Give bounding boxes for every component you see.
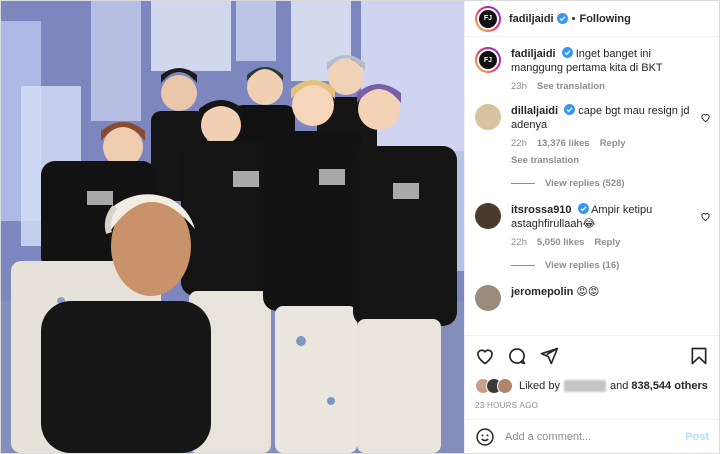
view-replies-button[interactable]: View replies (528) — [511, 178, 707, 189]
verified-badge-icon — [577, 203, 589, 214]
liker-avatars — [475, 378, 513, 394]
view-replies-label: View replies (528) — [545, 178, 625, 189]
replies-divider — [511, 183, 535, 184]
liked-by-conjunction: and — [609, 380, 629, 392]
caption-age: 23h — [511, 81, 527, 92]
add-comment-bar: Add a comment... Post — [465, 419, 719, 453]
comment-username[interactable]: jeromepolin — [511, 286, 573, 298]
bookmark-icon[interactable] — [689, 346, 709, 366]
comment-row: itsrossa910 Ampir ketipu astaghfirullaah… — [475, 203, 710, 248]
share-icon[interactable] — [539, 346, 559, 366]
caption-row: FJ fadiljaidi Inget banget ini manggung … — [475, 47, 707, 92]
comment-age: 22h — [511, 138, 527, 149]
comment-icon[interactable] — [507, 346, 527, 366]
post-side-panel: FJ fadiljaidi • Following FJ fadiljaidi … — [464, 1, 719, 453]
comment-reply-button[interactable]: Reply — [600, 138, 626, 149]
replies-divider — [511, 265, 535, 266]
instagram-post: FJ fadiljaidi • Following FJ fadiljaidi … — [0, 0, 720, 454]
verified-badge-icon — [561, 47, 573, 58]
liked-by-prefix: Liked by — [519, 380, 560, 392]
comment-username[interactable]: itsrossa910 — [511, 204, 572, 216]
liker-avatar — [497, 378, 513, 394]
caption-username[interactable]: fadiljaidi — [511, 48, 556, 60]
verified-badge-icon — [556, 13, 568, 24]
comment-like-heart-icon[interactable] — [700, 112, 711, 123]
verified-badge-icon — [564, 104, 576, 115]
commenter-avatar[interactable] — [475, 285, 501, 311]
comment-like-heart-icon[interactable] — [700, 211, 711, 222]
comment-likes[interactable]: 13,376 likes — [537, 138, 590, 149]
post-photo[interactable] — [1, 1, 464, 453]
caption-see-translation[interactable]: See translation — [537, 81, 605, 92]
post-actions-bar — [465, 335, 719, 375]
comment-reply-button[interactable]: Reply — [594, 237, 620, 248]
comment-row: jeromepolin 😡😡 — [475, 285, 707, 311]
comment-row: dillaljaidi cape bgt mau resign jd adeny… — [475, 104, 710, 166]
header-separator: • — [571, 12, 576, 25]
post-comment-button[interactable]: Post — [685, 431, 709, 443]
commenter-avatar[interactable] — [475, 203, 501, 229]
comment-username[interactable]: dillaljaidi — [511, 105, 558, 117]
likes-summary: Liked by and 838,544 others — [465, 375, 719, 397]
comment-see-translation[interactable]: See translation — [511, 155, 693, 166]
post-header: FJ fadiljaidi • Following — [465, 1, 719, 37]
following-button[interactable]: Following — [579, 13, 630, 25]
liked-by-count[interactable]: 838,544 others — [631, 380, 707, 392]
view-replies-button[interactable]: View replies (16) — [511, 260, 707, 271]
commenter-avatar[interactable] — [475, 104, 501, 130]
author-username[interactable]: fadiljaidi — [509, 13, 554, 25]
comment-text: 😡😡 — [576, 286, 600, 298]
add-comment-input[interactable]: Add a comment... — [505, 431, 685, 443]
post-timestamp: 23 HOURS AGO — [475, 401, 539, 410]
heart-icon[interactable] — [475, 346, 495, 366]
comment-age: 22h — [511, 237, 527, 248]
comments-list[interactable]: FJ fadiljaidi Inget banget ini manggung … — [465, 37, 719, 335]
emoji-icon[interactable] — [475, 427, 495, 447]
redacted-username — [563, 380, 606, 392]
group-photo-illustration — [1, 1, 464, 453]
comment-likes[interactable]: 5,050 likes — [537, 237, 585, 248]
author-avatar[interactable]: FJ — [475, 5, 501, 32]
caption-avatar[interactable]: FJ — [475, 47, 501, 73]
view-replies-label: View replies (16) — [545, 260, 620, 271]
person-center — [263, 80, 363, 453]
